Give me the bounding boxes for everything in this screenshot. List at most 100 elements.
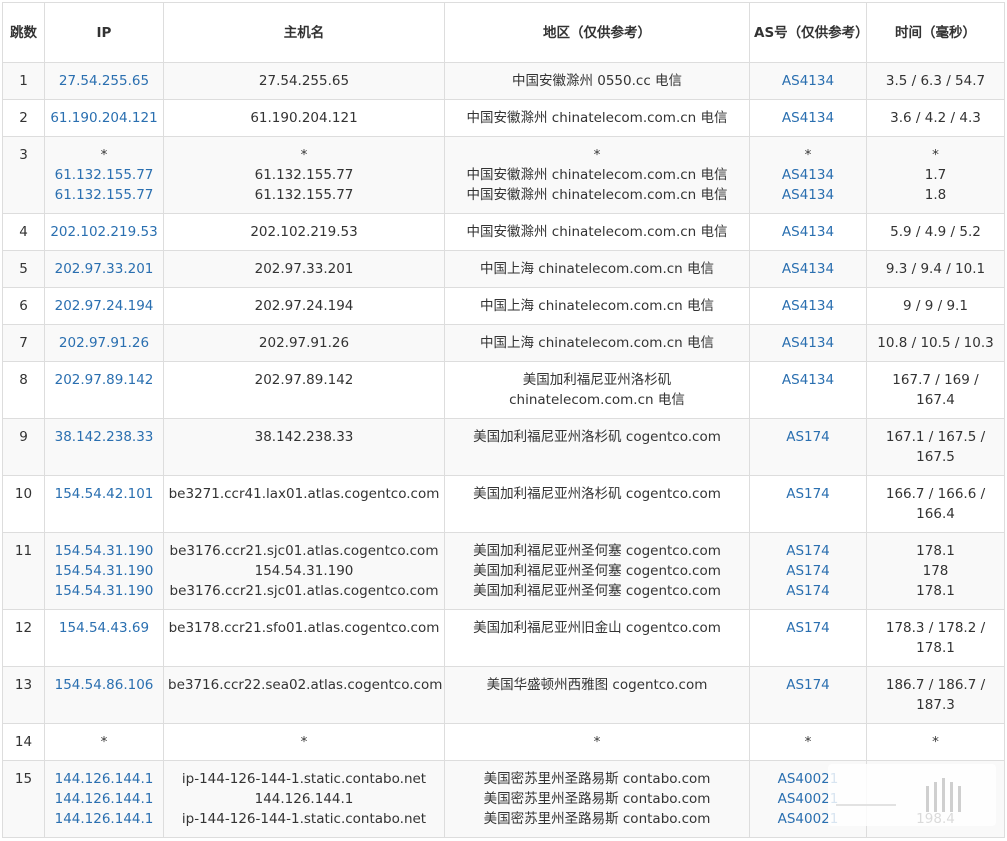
watermark-bar [926, 786, 929, 812]
asn-value[interactable]: AS4134 [754, 165, 862, 185]
table-row: 10 154.54.42.101 be3271.ccr41.lax01.atlas.… [2, 475, 1005, 533]
time-value: 166.7 / 166.6 / [885, 486, 986, 502]
asn-value[interactable]: AS4134 [754, 296, 862, 316]
region-cell: * [444, 723, 750, 761]
asn-value[interactable]: AS174 [754, 541, 862, 561]
region-cell: 中国安徽滁州 chinatelecom.com.cn 电信 [444, 213, 750, 251]
ip-cell: 202.97.89.142 [44, 361, 164, 419]
ip-value[interactable]: 61.190.204.121 [49, 108, 159, 128]
table-row: 7 202.97.91.26 202.97.91.26 中国上海 chinatelec… [2, 324, 1005, 362]
time-value: * [932, 734, 939, 750]
region-cell: 中国上海 chinatelecom.com.cn 电信 [444, 250, 750, 288]
region-value: chinatelecom.com.cn 电信 [509, 392, 685, 408]
ip-value[interactable]: 154.54.43.69 [49, 618, 159, 638]
ip-value[interactable]: 61.132.155.77 [49, 165, 159, 185]
table-row: 8 202.97.89.142 202.97.89.142 美国加利福尼亚州洛杉矶 ch… [2, 361, 1005, 419]
time-value: 1.8 [924, 187, 947, 203]
ip-value[interactable]: 38.142.238.33 [49, 427, 159, 447]
ip-value[interactable]: 154.54.42.101 [49, 484, 159, 504]
ip-value[interactable]: 144.126.144.1 [49, 809, 159, 829]
time-value: 187.3 [916, 697, 955, 713]
ip-value[interactable]: 154.54.31.190 [49, 561, 159, 581]
hop-cell: 12 [2, 609, 45, 667]
time-value: 186.7 / 186.7 / [885, 677, 986, 693]
time-value: 178 [922, 563, 949, 579]
region-cell: 美国加利福尼亚州洛杉矶 cogentco.com [444, 418, 750, 476]
ip-value[interactable]: 202.102.219.53 [49, 222, 159, 242]
asn-value[interactable]: AS4134 [754, 370, 862, 390]
hostname-value: 202.97.89.142 [254, 372, 354, 388]
hop-cell: 14 [2, 723, 45, 761]
ip-value[interactable]: 61.132.155.77 [49, 185, 159, 205]
hostname-cell: 38.142.238.33 [163, 418, 445, 476]
hop-cell: 15 [2, 760, 45, 838]
hostname-value: ip-144-126-144-1.static.contabo.net [181, 771, 427, 787]
asn-cell: AS4134 [749, 99, 867, 137]
ip-value[interactable]: 202.97.24.194 [49, 296, 159, 316]
asn-value[interactable]: AS174 [754, 581, 862, 601]
asn-value[interactable]: AS4134 [754, 185, 862, 205]
asn-value[interactable]: AS4134 [754, 108, 862, 128]
hostname-value: be3178.ccr21.sfo01.atlas.cogentco.com [168, 620, 440, 636]
hostname-value: * [300, 147, 308, 163]
hop-cell: 4 [2, 213, 45, 251]
region-value: 中国安徽滁州 0550.cc 电信 [511, 73, 683, 89]
ip-cell: * 61.132.155.77 61.132.155.77 [44, 136, 164, 214]
hop-number: 4 [19, 224, 28, 240]
region-value: 美国加利福尼亚州洛杉矶 [522, 372, 672, 388]
table-row: 2 61.190.204.121 61.190.204.121 中国安徽滁州 chin… [2, 99, 1005, 137]
ip-value[interactable]: 144.126.144.1 [49, 789, 159, 809]
hostname-value: 38.142.238.33 [254, 429, 354, 445]
hostname-value: 202.97.91.26 [258, 335, 350, 351]
asn-value[interactable]: AS174 [754, 675, 862, 695]
table-row: 1 27.54.255.65 27.54.255.65 中国安徽滁州 0550.cc … [2, 62, 1005, 100]
header-time: 时间（毫秒） [866, 2, 1005, 63]
table-row: 12 154.54.43.69 be3178.ccr21.sfo01.atlas.c… [2, 609, 1005, 667]
time-cell: 166.7 / 166.6 / 166.4 [866, 475, 1005, 533]
hostname-value: 144.126.144.1 [254, 791, 354, 807]
asn-cell: AS4134 [749, 213, 867, 251]
hostname-value: be3176.ccr21.sjc01.atlas.cogentco.com [169, 543, 439, 559]
time-cell: 167.7 / 169 / 167.4 [866, 361, 1005, 419]
time-value: 167.4 [916, 392, 955, 408]
asn-value[interactable]: AS174 [754, 484, 862, 504]
hostname-cell: 202.97.33.201 [163, 250, 445, 288]
hostname-cell: be3178.ccr21.sfo01.atlas.cogentco.com [163, 609, 445, 667]
asn-value[interactable]: AS174 [754, 561, 862, 581]
hostname-cell: 27.54.255.65 [163, 62, 445, 100]
watermark-bar [934, 782, 937, 812]
hostname-cell: 202.97.89.142 [163, 361, 445, 419]
asn-value[interactable]: AS4134 [754, 259, 862, 279]
ip-value[interactable]: 154.54.86.106 [49, 675, 159, 695]
hop-number: 8 [19, 372, 28, 388]
ip-value[interactable]: 154.54.31.190 [49, 541, 159, 561]
region-cell: 美国华盛顿州西雅图 cogentco.com [444, 666, 750, 724]
asn-cell: AS174 [749, 475, 867, 533]
asn-value[interactable]: AS4134 [754, 222, 862, 242]
time-value: 1.7 [924, 167, 947, 183]
ip-value[interactable]: 27.54.255.65 [49, 71, 159, 91]
asn-cell: AS174 AS174 AS174 [749, 532, 867, 610]
time-value: 3.6 / 4.2 / 4.3 [890, 110, 981, 126]
region-cell: 美国密苏里州圣路易斯 contabo.com 美国密苏里州圣路易斯 contabo… [444, 760, 750, 838]
asn-cell: AS4134 [749, 287, 867, 325]
asn-cell: AS174 [749, 666, 867, 724]
ip-value[interactable]: 154.54.31.190 [49, 581, 159, 601]
asn-value[interactable]: AS174 [754, 618, 862, 638]
region-value: 中国上海 chinatelecom.com.cn 电信 [479, 298, 715, 314]
region-value: * [593, 147, 601, 163]
hop-cell: 11 [2, 532, 45, 610]
time-cell: 178.1 178 178.1 [866, 532, 1005, 610]
asn-value[interactable]: AS4134 [754, 71, 862, 91]
ip-value[interactable]: 202.97.91.26 [49, 333, 159, 353]
region-value: 美国加利福尼亚州圣何塞 cogentco.com [473, 563, 721, 579]
asn-value[interactable]: AS174 [754, 427, 862, 447]
ip-value[interactable]: 202.97.89.142 [49, 370, 159, 390]
hostname-cell: be3716.ccr22.sea02.atlas.cogentco.com [163, 666, 445, 724]
ip-cell: 202.97.24.194 [44, 287, 164, 325]
time-cell: 10.8 / 10.5 / 10.3 [866, 324, 1005, 362]
ip-value[interactable]: 202.97.33.201 [49, 259, 159, 279]
asn-value[interactable]: AS4134 [754, 333, 862, 353]
hop-cell: 1 [2, 62, 45, 100]
ip-value[interactable]: 144.126.144.1 [49, 769, 159, 789]
